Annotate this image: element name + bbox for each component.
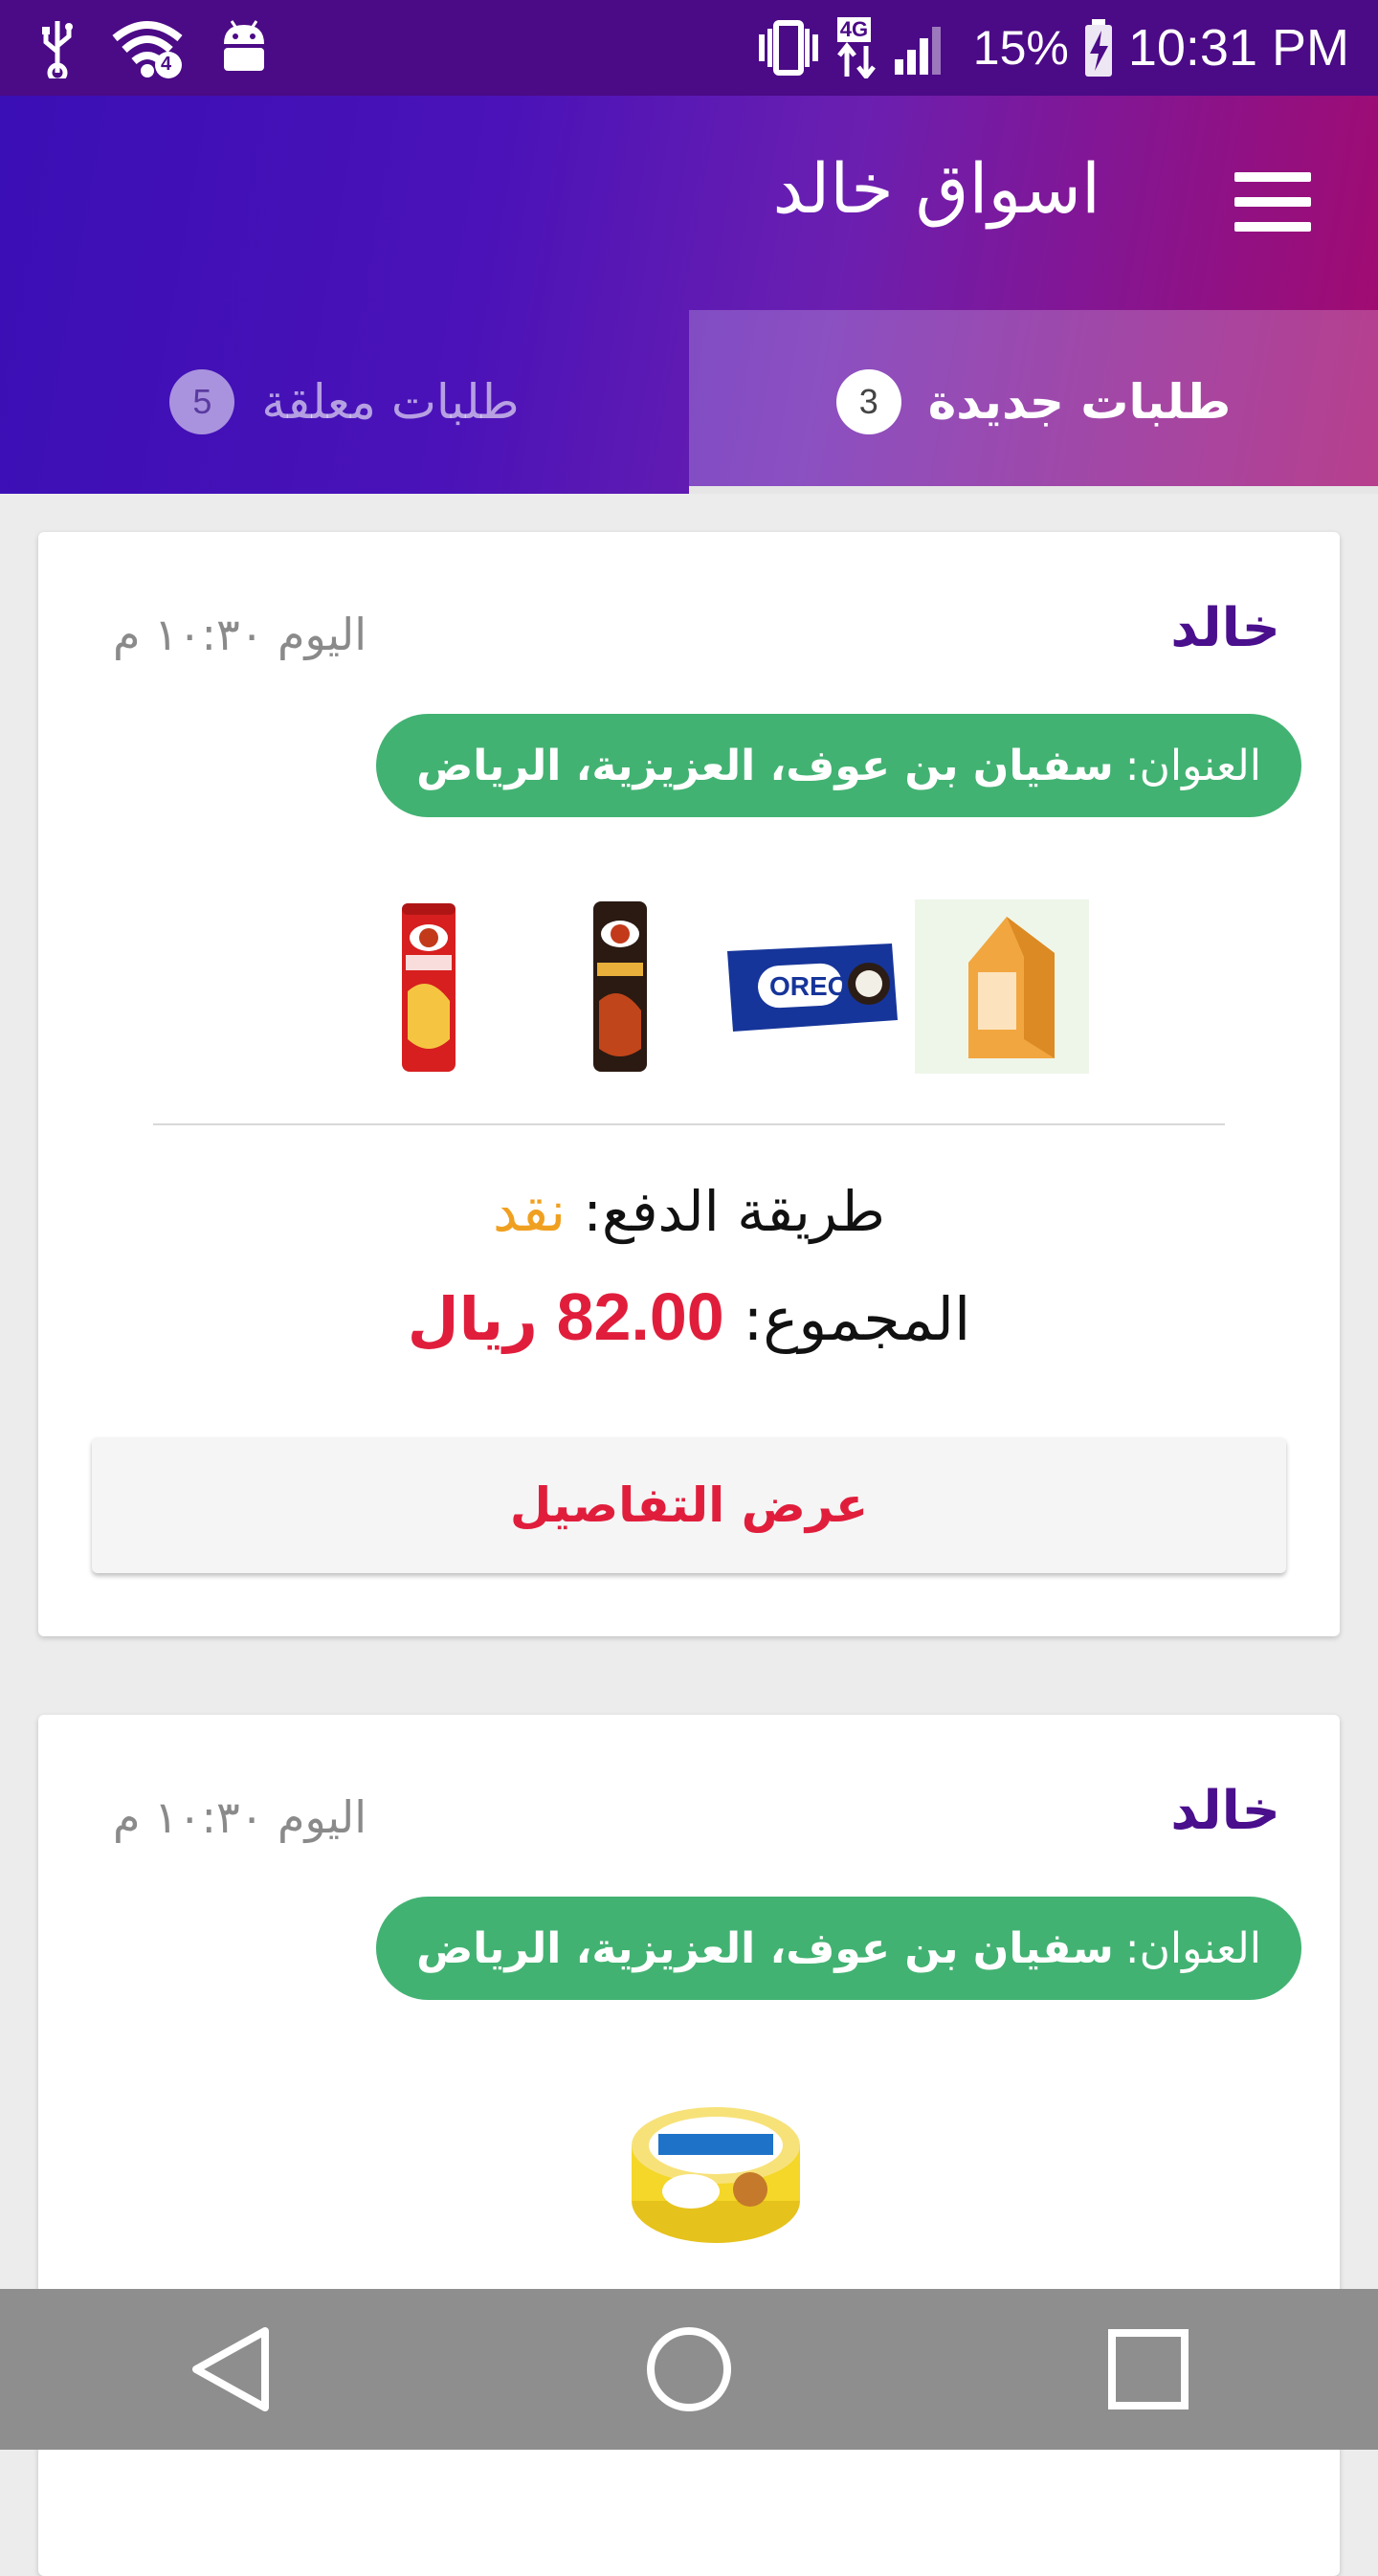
divider [153, 1123, 1225, 1125]
payment-label: طريقة الدفع: [583, 1179, 885, 1244]
address-badge: العنوان: سفيان بن عوف، العزيزية، الرياض [376, 714, 1301, 817]
page-title: اسواق خالد [772, 148, 1100, 229]
tab-bar: طلبات جديدة 3 طلبات معلقة 5 [0, 310, 1378, 494]
tab-count-badge: 3 [835, 369, 901, 434]
android-icon [224, 20, 264, 71]
tab-pending-orders[interactable]: طلبات معلقة 5 [0, 310, 689, 494]
order-card: خالد اليوم ١٠:٣٠ م العنوان: سفيان بن عوف… [38, 532, 1340, 1636]
address-badge: العنوان: سفيان بن عوف، العزيزية، الرياض [376, 1897, 1301, 2000]
customer-name: خالد [1170, 597, 1280, 659]
pringles-red-can [402, 903, 456, 1072]
data-4g-icon: 4G [835, 17, 879, 78]
tuna-can [632, 2107, 800, 2243]
wifi-badge: 4 [161, 54, 172, 75]
battery-percent: 15% [972, 21, 1069, 75]
tab-label: طلبات جديدة [927, 374, 1232, 430]
wifi-icon: 4 [111, 17, 184, 78]
home-icon[interactable] [622, 2302, 756, 2436]
tab-label: طلبات معلقة [261, 374, 520, 430]
oreo-pack: OREO [727, 944, 898, 1032]
svg-text:OREO: OREO [769, 971, 848, 1001]
product-thumbnails [38, 2078, 1340, 2260]
payment-method: طريقة الدفع: نقد [38, 1179, 1340, 1244]
address-value: سفيان بن عوف، العزيزية، الرياض [416, 1923, 1114, 1973]
address-label: العنوان: [1124, 741, 1261, 790]
usb-icon [42, 21, 73, 78]
order-total: المجموع: 82.00 ريال [38, 1278, 1340, 1355]
status-right-icons: 4G 15% 10:31 PM [755, 11, 1349, 84]
order-time: اليوم ١٠:٣٠ م [113, 1791, 367, 1843]
signal-icon [894, 27, 941, 75]
app-header: اسواق خالد طلبات جديدة 3 طلبات معلقة 5 [0, 96, 1378, 494]
address-label: العنوان: [1124, 1923, 1261, 1973]
recents-icon[interactable] [1081, 2302, 1215, 2436]
vibrate-icon [758, 20, 818, 76]
tab-count-badge: 5 [169, 369, 235, 434]
system-nav-bar [0, 2289, 1378, 2450]
hamburger-menu-icon[interactable] [1234, 172, 1311, 239]
customer-name: خالد [1170, 1780, 1280, 1842]
status-bar: 4 4G 15% 10:31 PM [0, 0, 1378, 96]
total-amount: 82.00 [556, 1279, 724, 1354]
payment-value: نقد [493, 1179, 566, 1244]
status-left-icons: 4 [38, 17, 270, 78]
tea-box [915, 899, 1089, 1074]
battery-charging-icon [1084, 19, 1112, 77]
currency: ريال [407, 1284, 538, 1354]
address-value: سفيان بن عوف، العزيزية، الرياض [416, 741, 1114, 790]
tab-new-orders[interactable]: طلبات جديدة 3 [689, 310, 1378, 494]
clock: 10:31 PM [1127, 19, 1349, 77]
view-details-button[interactable]: عرض التفاصيل [92, 1437, 1286, 1573]
total-label: المجموع: [743, 1284, 971, 1354]
back-icon[interactable] [163, 2302, 297, 2436]
product-thumbnails: OREO [38, 896, 1340, 1077]
pringles-hot-can [593, 901, 647, 1072]
order-time: اليوم ١٠:٣٠ م [113, 609, 367, 660]
